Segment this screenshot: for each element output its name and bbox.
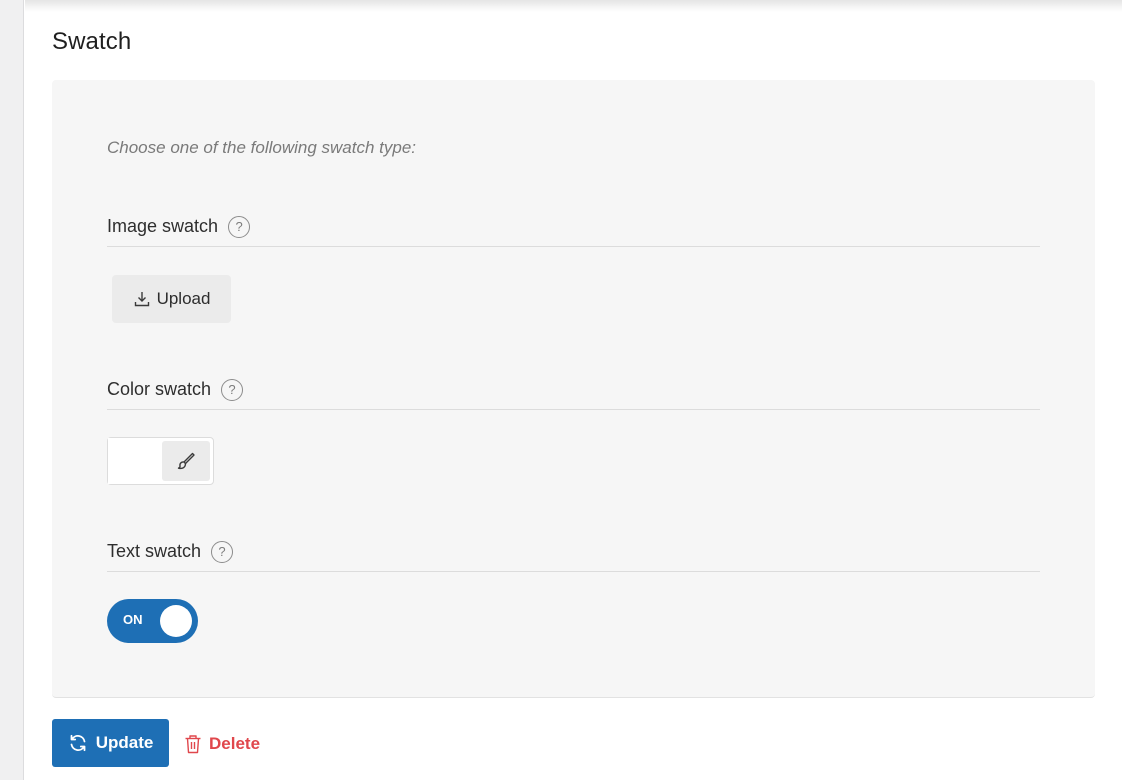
toggle-state-label: ON [123, 612, 143, 627]
color-swatch-help-icon[interactable]: ? [221, 378, 244, 401]
admin-sidebar-edge [0, 0, 24, 780]
refresh-icon [70, 734, 86, 752]
image-swatch-header: Image swatch ? [107, 207, 1040, 247]
color-picker[interactable] [107, 437, 214, 485]
upload-button-label: Upload [156, 289, 211, 308]
text-swatch-help-icon[interactable]: ? [211, 540, 234, 563]
color-swatch-preview[interactable] [108, 438, 162, 484]
swatch-panel: Choose one of the following swatch type:… [52, 80, 1095, 698]
text-swatch-label: Text swatch [107, 541, 202, 561]
text-swatch-toggle[interactable]: ON [107, 599, 198, 643]
image-swatch-label: Image swatch [107, 216, 219, 236]
update-button[interactable]: Update [52, 719, 169, 767]
trash-icon [185, 735, 201, 754]
color-swatch-label: Color swatch [107, 379, 212, 399]
delete-button-label: Delete [209, 734, 261, 753]
delete-button[interactable]: Delete [184, 731, 260, 757]
text-swatch-header: Text swatch ? [107, 532, 1040, 572]
color-picker-button[interactable] [162, 441, 210, 481]
image-swatch-help-icon[interactable]: ? [228, 215, 251, 238]
download-icon [134, 292, 149, 307]
swatch-type-intro: Choose one of the following swatch type: [107, 138, 417, 157]
header-shadow [25, 0, 1122, 12]
brush-icon [177, 452, 195, 470]
toggle-knob [160, 605, 192, 637]
upload-button[interactable]: Upload [112, 275, 231, 323]
page-title: Swatch [52, 28, 132, 55]
update-button-label: Update [95, 733, 154, 752]
color-swatch-header: Color swatch ? [107, 370, 1040, 410]
